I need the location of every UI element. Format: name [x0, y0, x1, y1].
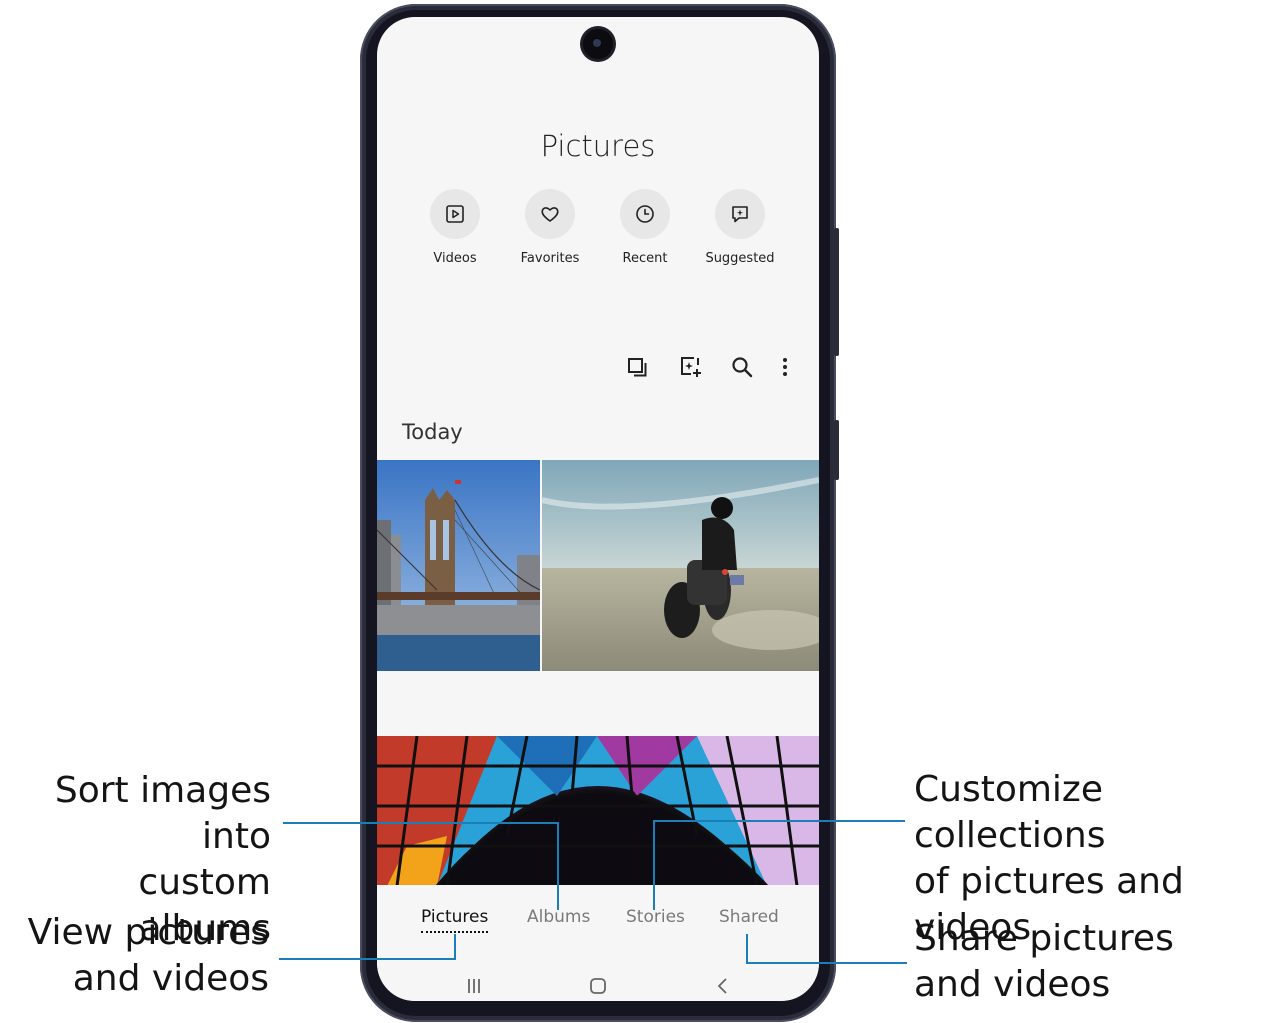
callout-line-pictures-v: [454, 934, 456, 960]
section-date-label: Today: [402, 420, 463, 444]
favorites-button[interactable]: Favorites: [515, 189, 585, 266]
callout-line-albums-h: [283, 822, 559, 824]
volume-button: [834, 228, 839, 356]
tab-pictures[interactable]: Pictures: [421, 907, 489, 933]
stained-glass-photo[interactable]: [377, 736, 819, 886]
callout-shared-line2: and videos: [914, 964, 1111, 1005]
callout-line-shared-h: [746, 962, 907, 964]
suggested-button[interactable]: Suggested: [705, 189, 775, 266]
more-options-icon[interactable]: [772, 354, 798, 380]
power-button: [834, 420, 839, 480]
page-title: Pictures: [540, 129, 656, 163]
heart-icon: [525, 189, 575, 239]
create-icon[interactable]: [678, 354, 704, 380]
front-camera: [583, 29, 613, 59]
bridge-photo[interactable]: [377, 460, 540, 671]
play-square-icon: [430, 189, 480, 239]
tab-stories[interactable]: Stories: [626, 907, 685, 927]
callout-shared-line1: Share pictures: [914, 918, 1174, 959]
callout-line-stories-h: [653, 820, 905, 822]
callout-line-pictures-h: [279, 958, 456, 960]
callout-pictures-line2: and videos: [72, 958, 269, 999]
callout-line-stories-v: [653, 820, 655, 910]
recent-label: Recent: [622, 251, 668, 266]
suggested-label: Suggested: [705, 251, 775, 266]
clock-icon: [620, 189, 670, 239]
home-icon[interactable]: [583, 971, 613, 1001]
select-icon[interactable]: [625, 354, 651, 380]
callout-pictures-line1: View pictures: [27, 912, 269, 953]
callout-albums-line1: Sort images into: [54, 770, 271, 857]
tab-shared[interactable]: Shared: [719, 907, 779, 927]
tab-albums[interactable]: Albums: [527, 907, 590, 927]
phone-screen: Pictures Videos Favorites Recent Suggest…: [377, 17, 819, 1001]
favorites-label: Favorites: [520, 251, 580, 266]
callout-line-shared-v: [746, 934, 748, 964]
callout-stories-line1: Customize collections: [914, 769, 1106, 856]
bottom-navigation: Pictures Albums Stories Shared: [377, 885, 819, 1001]
recent-apps-icon[interactable]: [459, 971, 489, 1001]
recent-button[interactable]: Recent: [610, 189, 680, 266]
search-icon[interactable]: [729, 354, 755, 380]
back-icon[interactable]: [708, 971, 738, 1001]
callout-shared: Share pictures and videos: [914, 916, 1174, 1008]
callout-line-albums-v: [557, 822, 559, 910]
sparkle-chat-icon: [715, 189, 765, 239]
videos-label: Videos: [433, 251, 477, 266]
callout-pictures: View pictures and videos: [28, 910, 269, 1002]
videos-button[interactable]: Videos: [420, 189, 490, 266]
motorcycle-photo[interactable]: [542, 460, 819, 671]
